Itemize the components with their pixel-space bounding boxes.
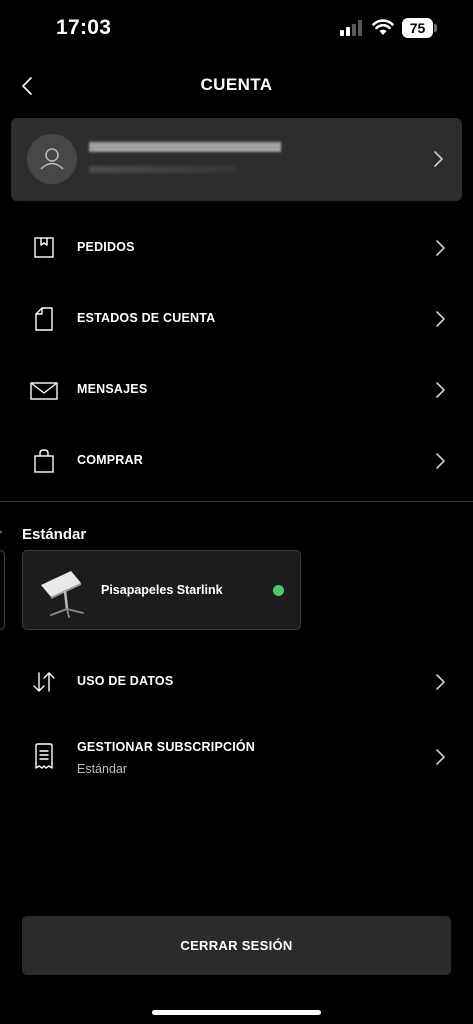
data-transfer-icon	[33, 672, 55, 692]
menu-item-label: MENSAJES	[77, 382, 148, 396]
avatar	[27, 134, 77, 184]
chevron-right-icon	[436, 749, 445, 765]
document-icon	[35, 307, 53, 331]
chevron-right-icon	[436, 311, 445, 327]
subscription-plan-name: Estándar	[77, 762, 128, 776]
device-card[interactable]: Pisapapeles Starlink	[22, 550, 301, 630]
redacted-email	[89, 166, 235, 173]
home-indicator[interactable]	[152, 1010, 321, 1015]
online-status-dot	[273, 585, 284, 596]
menu-item-label: ESTADOS DE CUENTA	[77, 311, 216, 325]
box-icon	[34, 237, 54, 258]
menu-item-uso-de-datos[interactable]: USO DE DATOS	[0, 652, 473, 712]
menu-item-label: COMPRAR	[77, 453, 143, 467]
chevron-right-icon	[436, 453, 445, 469]
wifi-icon	[372, 19, 394, 35]
battery-icon: 75	[402, 18, 437, 38]
chevron-right-icon	[436, 674, 445, 690]
divider	[0, 501, 473, 502]
page-title: CUENTA	[200, 75, 273, 94]
redacted-name	[89, 142, 281, 152]
chevron-right-icon	[436, 240, 445, 256]
previous-plan-title: r	[0, 526, 5, 543]
status-bar: 17:03 75	[0, 0, 473, 56]
chevron-right-icon	[436, 382, 445, 398]
menu-item-comprar[interactable]: COMPRAR	[0, 431, 473, 491]
header: CUENTA	[0, 64, 473, 108]
menu-item-label: USO DE DATOS	[77, 674, 174, 688]
plan-title: Estándar	[22, 526, 87, 543]
user-icon	[40, 148, 64, 170]
cellular-signal-icon	[340, 20, 362, 36]
menu-item-gestionar-subscripcion[interactable]: GESTIONAR SUBSCRIPCIÓN Estándar	[0, 722, 473, 792]
battery-level: 75	[402, 18, 433, 38]
chevron-right-icon	[434, 151, 443, 167]
previous-device-card[interactable]	[0, 550, 5, 630]
profile-card[interactable]	[11, 118, 462, 201]
menu-item-estados-de-cuenta[interactable]: ESTADOS DE CUENTA	[0, 289, 473, 349]
menu-item-label: PEDIDOS	[77, 240, 135, 254]
status-time: 17:03	[56, 16, 112, 39]
menu-item-label: GESTIONAR SUBSCRIPCIÓN	[77, 740, 256, 754]
starlink-dish-icon	[41, 571, 84, 618]
shopping-bag-icon	[34, 449, 54, 473]
logout-button[interactable]: CERRAR SESIÓN	[22, 916, 451, 975]
device-name: Pisapapeles Starlink	[101, 583, 223, 597]
receipt-icon	[35, 743, 53, 769]
menu-item-pedidos[interactable]: PEDIDOS	[0, 218, 473, 278]
menu-item-mensajes[interactable]: MENSAJES	[0, 360, 473, 420]
envelope-icon	[30, 382, 58, 400]
